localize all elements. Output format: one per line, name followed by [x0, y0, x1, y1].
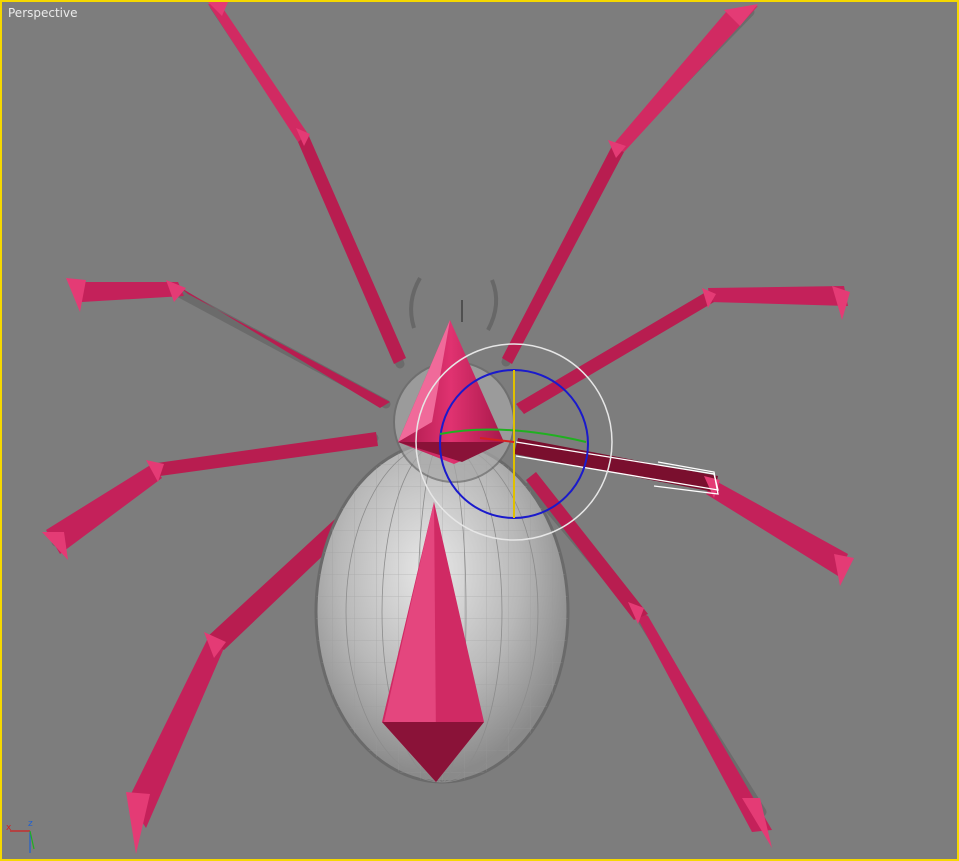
leg-third-left-lower: [150, 432, 378, 476]
leg-front-right-upper: [612, 6, 758, 152]
leg-second-right-lower: [516, 292, 714, 414]
spider-fangs: [409, 276, 499, 331]
leg-front-left-lower: [298, 134, 406, 364]
leg-second-right-upper: [708, 286, 848, 306]
leg-front-right-lower: [502, 146, 624, 364]
perspective-viewport[interactable]: Perspective z x: [0, 0, 959, 861]
axis-x-label: x: [6, 823, 12, 833]
leg-third-right-upper: [706, 480, 848, 576]
leg-second-left-upper: [68, 282, 184, 302]
axis-tripod: z x: [6, 819, 35, 853]
axis-z-label: z: [28, 819, 33, 829]
viewport-scene[interactable]: [2, 2, 957, 859]
leg-front-left-upper: [208, 4, 308, 142]
